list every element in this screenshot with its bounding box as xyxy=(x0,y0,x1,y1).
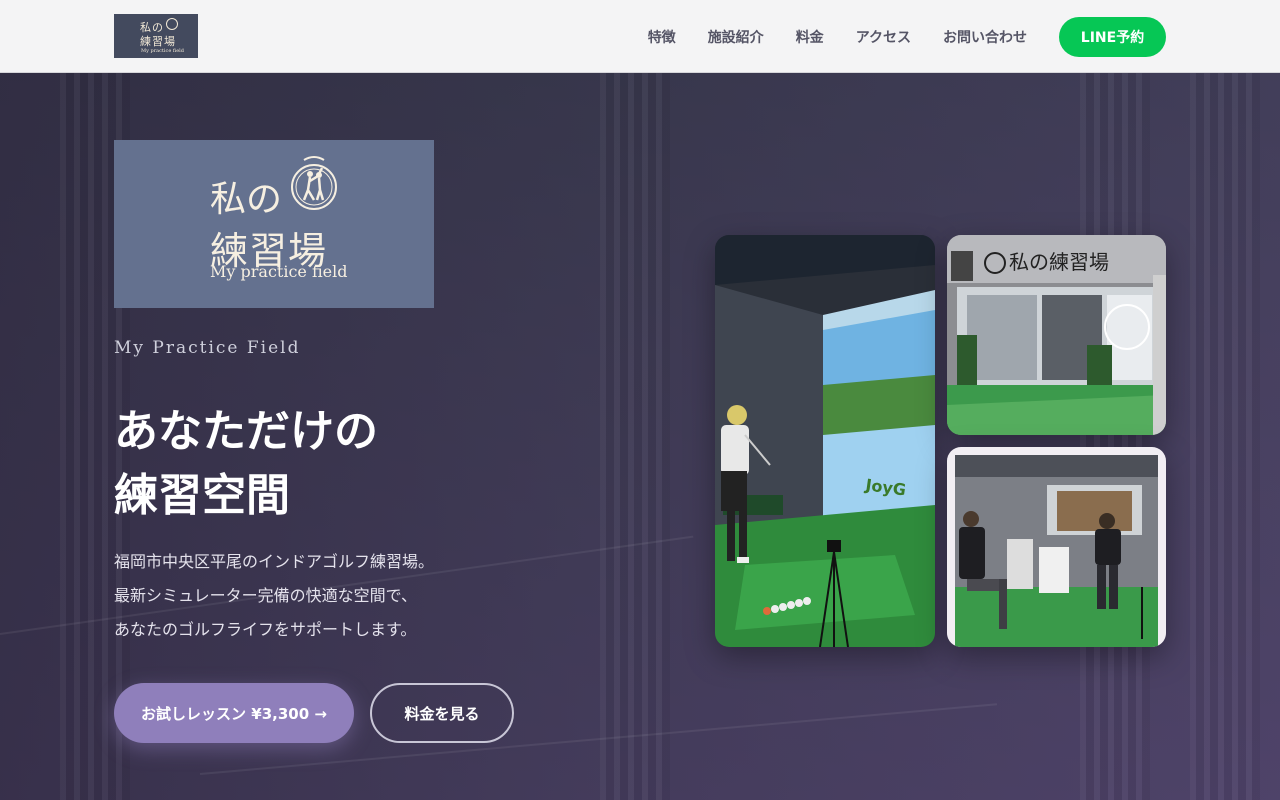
nav-facility[interactable]: 施設紹介 xyxy=(708,27,764,47)
logo-emblem-icon xyxy=(166,18,178,30)
hero-description-line: 福岡市中央区平尾のインドアゴルフ練習場。 xyxy=(114,552,435,571)
photo-simulator: JoyG xyxy=(715,235,935,647)
main-nav: 特徴 施設紹介 料金 アクセス お問い合わせ LINE予約 xyxy=(648,0,1166,73)
golfer-emblem-icon xyxy=(291,156,337,210)
photo-interior xyxy=(947,447,1166,647)
site-header: 私の 練習場 My practice field 特徴 施設紹介 料金 アクセス… xyxy=(0,0,1280,73)
nav-access[interactable]: アクセス xyxy=(856,27,911,47)
hero-logo: 私の 練習場 My practice field xyxy=(114,140,434,308)
header-logo-line2: 練習場 xyxy=(140,35,176,48)
nav-features[interactable]: 特徴 xyxy=(648,27,676,47)
hero-description-line: あなたのゴルフライフをサポートします。 xyxy=(114,620,417,639)
hero-section: 私の 練習場 My practice field My Practice Fie… xyxy=(0,73,1280,800)
background-curtain xyxy=(600,73,670,800)
nav-pricing[interactable]: 料金 xyxy=(796,27,824,47)
hero-logo-line1: 私の xyxy=(210,179,283,220)
nav-contact[interactable]: お問い合わせ xyxy=(943,27,1027,47)
view-pricing-button[interactable]: 料金を見る xyxy=(370,683,514,743)
header-logo-line3: My practice field xyxy=(141,48,184,54)
hero-headline: あなただけの 練習空間 xyxy=(114,400,378,528)
photo-storefront: 私の練習場 xyxy=(947,235,1166,435)
line-reserve-button[interactable]: LINE予約 xyxy=(1059,16,1166,57)
trial-lesson-button[interactable]: お試しレッスン ¥3,300 → xyxy=(114,683,354,743)
background-curtain xyxy=(1080,73,1150,800)
background-curtain xyxy=(1190,73,1260,800)
hero-headline-line1: あなただけの xyxy=(114,406,378,457)
storefront-sign: 私の練習場 xyxy=(1009,250,1109,274)
hero-subtitle: My Practice Field xyxy=(114,338,301,358)
header-logo[interactable]: 私の 練習場 My practice field xyxy=(114,14,198,58)
hero-description: 福岡市中央区平尾のインドアゴルフ練習場。 最新シミュレーター完備の快適な空間で、… xyxy=(114,545,434,647)
hero-description-line: 最新シミュレーター完備の快適な空間で、 xyxy=(114,586,418,605)
hero-logo-line3: My practice field xyxy=(210,262,348,281)
hero-headline-line2: 練習空間 xyxy=(114,470,290,521)
